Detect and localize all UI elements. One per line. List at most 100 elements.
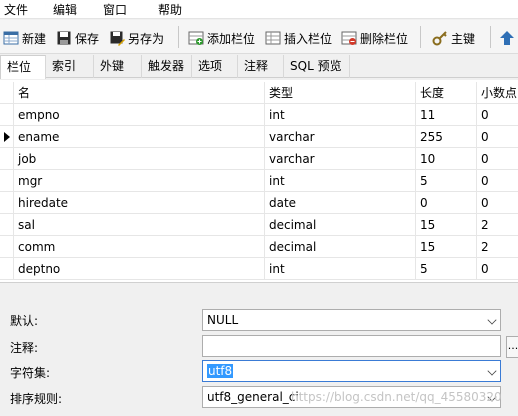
primary-key-button[interactable]: 主键 bbox=[432, 28, 475, 48]
default-value: NULL bbox=[207, 313, 239, 327]
field-name-cell[interactable]: deptno bbox=[14, 258, 265, 280]
field-length-cell[interactable]: 0 bbox=[416, 192, 477, 214]
toolbar: 新建 保存 另存为 添加栏位 插入栏位 删除栏位 主键 bbox=[0, 20, 518, 54]
table-row[interactable]: ename varchar 255 0 bbox=[0, 126, 518, 148]
default-select[interactable]: NULL bbox=[202, 309, 501, 331]
charset-select[interactable]: utf8 bbox=[202, 360, 501, 382]
insert-field-button[interactable]: 插入栏位 bbox=[265, 28, 332, 48]
arrow-up-icon bbox=[500, 31, 514, 45]
field-name-cell[interactable]: sal bbox=[14, 214, 265, 236]
move-up-button[interactable] bbox=[499, 28, 515, 48]
default-label: 默认: bbox=[10, 314, 39, 328]
save-icon bbox=[57, 31, 71, 45]
field-type-cell[interactable]: int bbox=[265, 258, 416, 280]
row-gutter[interactable] bbox=[0, 148, 14, 170]
field-length-cell[interactable]: 5 bbox=[416, 258, 477, 280]
tab-fields[interactable]: 栏位 bbox=[0, 55, 46, 79]
delete-field-icon bbox=[341, 31, 357, 45]
delete-field-button-label: 删除栏位 bbox=[360, 31, 409, 46]
menu-edit[interactable]: 编辑 bbox=[53, 1, 77, 18]
comment-more-button[interactable]: ... bbox=[506, 336, 518, 358]
new-button-label: 新建 bbox=[22, 31, 47, 46]
row-gutter[interactable] bbox=[0, 214, 14, 236]
row-gutter[interactable] bbox=[0, 170, 14, 192]
tab-indexes[interactable]: 索引 bbox=[46, 55, 94, 78]
toolbar-separator bbox=[178, 26, 179, 48]
field-decimals-cell[interactable]: 2 bbox=[477, 236, 518, 258]
row-gutter[interactable] bbox=[0, 104, 14, 126]
new-table-icon bbox=[3, 31, 19, 45]
column-header-length[interactable]: 长度 bbox=[416, 82, 477, 104]
field-name-cell[interactable]: job bbox=[14, 148, 265, 170]
tab-options[interactable]: 选项 bbox=[192, 55, 238, 78]
field-type-cell[interactable]: int bbox=[265, 104, 416, 126]
key-icon bbox=[432, 31, 447, 46]
collation-value: utf8_general_ci bbox=[207, 390, 299, 404]
save-as-button[interactable]: 另存为 bbox=[109, 28, 164, 48]
fields-grid: 名 类型 长度 小数点 empno int 11 0 ename varchar 255 0 j… bbox=[0, 80, 518, 283]
grid-header-row: 名 类型 长度 小数点 bbox=[0, 82, 518, 104]
field-type-cell[interactable]: decimal bbox=[265, 214, 416, 236]
field-decimals-cell[interactable]: 2 bbox=[477, 214, 518, 236]
new-button[interactable]: 新建 bbox=[3, 28, 46, 48]
field-type-cell[interactable]: int bbox=[265, 170, 416, 192]
tab-comment[interactable]: 注释 bbox=[238, 55, 284, 78]
current-row-indicator[interactable] bbox=[0, 126, 14, 148]
tab-bar: 栏位 索引 外键 触发器 选项 注释 SQL 预览 bbox=[0, 55, 518, 79]
field-length-cell[interactable]: 10 bbox=[416, 148, 477, 170]
field-type-cell[interactable]: date bbox=[265, 192, 416, 214]
tab-sql-preview[interactable]: SQL 预览 bbox=[284, 55, 350, 78]
primary-key-button-label: 主键 bbox=[451, 31, 476, 46]
field-name-cell[interactable]: ename bbox=[14, 126, 265, 148]
tab-triggers[interactable]: 触发器 bbox=[142, 55, 192, 78]
field-decimals-cell[interactable]: 0 bbox=[477, 170, 518, 192]
field-length-cell[interactable]: 255 bbox=[416, 126, 477, 148]
save-as-button-label: 另存为 bbox=[128, 31, 165, 46]
column-header-name[interactable]: 名 bbox=[14, 82, 265, 104]
chevron-down-icon bbox=[487, 315, 497, 325]
table-row[interactable]: sal decimal 15 2 bbox=[0, 214, 518, 236]
field-decimals-cell[interactable]: 0 bbox=[477, 104, 518, 126]
save-button[interactable]: 保存 bbox=[56, 28, 99, 48]
collation-label: 排序规则: bbox=[10, 392, 63, 406]
table-row[interactable]: empno int 11 0 bbox=[0, 104, 518, 126]
toolbar-separator bbox=[420, 26, 421, 48]
charset-label: 字符集: bbox=[10, 366, 51, 380]
table-row[interactable]: comm decimal 15 2 bbox=[0, 236, 518, 258]
column-header-decimals[interactable]: 小数点 bbox=[477, 82, 518, 104]
field-decimals-cell[interactable]: 0 bbox=[477, 148, 518, 170]
field-name-cell[interactable]: empno bbox=[14, 104, 265, 126]
tab-foreign-keys[interactable]: 外键 bbox=[94, 55, 142, 78]
field-name-cell[interactable]: hiredate bbox=[14, 192, 265, 214]
table-row[interactable]: deptno int 5 0 bbox=[0, 258, 518, 280]
delete-field-button[interactable]: 删除栏位 bbox=[341, 28, 408, 48]
field-length-cell[interactable]: 15 bbox=[416, 214, 477, 236]
menu-window[interactable]: 窗口 bbox=[103, 1, 127, 18]
row-gutter[interactable] bbox=[0, 192, 14, 214]
field-length-cell[interactable]: 15 bbox=[416, 236, 477, 258]
menu-help[interactable]: 帮助 bbox=[158, 1, 182, 18]
comment-input[interactable] bbox=[202, 335, 501, 357]
field-type-cell[interactable]: varchar bbox=[265, 148, 416, 170]
field-decimals-cell[interactable]: 0 bbox=[477, 258, 518, 280]
row-gutter[interactable] bbox=[0, 236, 14, 258]
toolbar-separator bbox=[490, 26, 491, 48]
table-row[interactable]: mgr int 5 0 bbox=[0, 170, 518, 192]
add-field-icon bbox=[188, 31, 204, 45]
field-decimals-cell[interactable]: 0 bbox=[477, 126, 518, 148]
row-gutter[interactable] bbox=[0, 258, 14, 280]
field-length-cell[interactable]: 5 bbox=[416, 170, 477, 192]
table-row[interactable]: job varchar 10 0 bbox=[0, 148, 518, 170]
save-button-label: 保存 bbox=[75, 31, 100, 46]
field-length-cell[interactable]: 11 bbox=[416, 104, 477, 126]
field-decimals-cell[interactable]: 0 bbox=[477, 192, 518, 214]
table-row[interactable]: hiredate date 0 0 bbox=[0, 192, 518, 214]
field-type-cell[interactable]: varchar bbox=[265, 126, 416, 148]
add-field-button[interactable]: 添加栏位 bbox=[188, 28, 255, 48]
field-type-cell[interactable]: decimal bbox=[265, 236, 416, 258]
row-gutter bbox=[0, 82, 14, 104]
field-name-cell[interactable]: comm bbox=[14, 236, 265, 258]
column-header-type[interactable]: 类型 bbox=[265, 82, 416, 104]
field-name-cell[interactable]: mgr bbox=[14, 170, 265, 192]
menu-file[interactable]: 文件 bbox=[4, 1, 28, 18]
